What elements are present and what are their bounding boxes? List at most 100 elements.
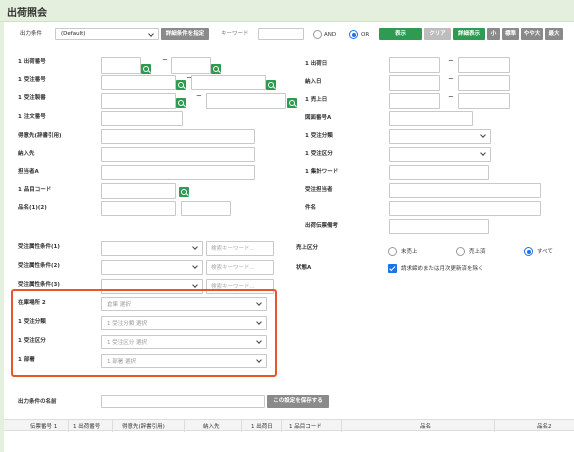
item-code-input[interactable] bbox=[101, 183, 176, 199]
memo-input[interactable] bbox=[389, 219, 489, 234]
location-label: 在庫場所 2 bbox=[18, 300, 46, 306]
customer-input[interactable] bbox=[101, 129, 255, 144]
hl-order-class-select[interactable]: 1 受注分類 選択 bbox=[101, 316, 267, 330]
item-name-label: 品名(1)(2) bbox=[18, 205, 47, 211]
agg-word-label: 1 集計ワード bbox=[305, 169, 339, 175]
detail-view-button[interactable]: 詳細表示 bbox=[453, 28, 485, 40]
drawing-label: 図面番号A bbox=[305, 115, 332, 121]
size-max-button[interactable]: 最大 bbox=[545, 28, 563, 40]
left-edge-bar bbox=[0, 22, 4, 452]
or-radio[interactable] bbox=[349, 30, 358, 39]
subject-input[interactable] bbox=[389, 201, 541, 216]
col-divider bbox=[241, 420, 242, 432]
sold-label: 売上済 bbox=[469, 249, 486, 255]
output-condition-select[interactable]: (Default) bbox=[55, 28, 159, 40]
person-input[interactable] bbox=[101, 165, 255, 180]
all-label: すべて bbox=[537, 249, 553, 255]
order-ref-to-input[interactable] bbox=[206, 93, 286, 109]
col-item-name[interactable]: 品名 bbox=[420, 422, 431, 430]
attr-cond-1-select[interactable] bbox=[101, 241, 203, 256]
sale-date-label: 1 売上日 bbox=[305, 97, 328, 103]
search-icon[interactable] bbox=[176, 80, 186, 90]
col-ship-no[interactable]: 1 出荷番号 bbox=[73, 422, 100, 430]
exclude-closed-checkbox[interactable] bbox=[388, 264, 397, 273]
attr-cond-2-keyword-input[interactable]: 検索キーワード... bbox=[206, 260, 274, 275]
ship-no-label: 1 出荷番号 bbox=[18, 59, 46, 65]
range-tilde: ~ bbox=[448, 57, 454, 65]
search-icon[interactable] bbox=[287, 98, 297, 108]
col-customer[interactable]: 得意先(辞書引用) bbox=[122, 422, 165, 430]
ship-no-from-input[interactable] bbox=[101, 57, 141, 74]
unsold-label: 未売上 bbox=[401, 249, 418, 255]
location-select[interactable]: 倉庫 選択 bbox=[101, 297, 267, 311]
order-ref-from-input[interactable] bbox=[101, 93, 176, 109]
keyword-label: キーワード bbox=[221, 31, 249, 37]
range-tilde: ~ bbox=[448, 75, 454, 83]
search-icon[interactable] bbox=[266, 80, 276, 90]
agg-word-input[interactable] bbox=[389, 165, 489, 180]
keyword-input[interactable] bbox=[258, 28, 304, 40]
save-name-input[interactable] bbox=[101, 395, 265, 408]
delivery-date-from-input[interactable] bbox=[389, 75, 440, 91]
save-settings-button[interactable]: この設定を保存する bbox=[267, 395, 329, 408]
delivery-date-to-input[interactable] bbox=[458, 75, 510, 91]
item-name-1-input[interactable] bbox=[101, 201, 176, 216]
or-label: OR bbox=[361, 32, 370, 38]
col-delivery[interactable]: 納入先 bbox=[203, 422, 220, 430]
hl-order-type-select[interactable]: 1 受注区分 選択 bbox=[101, 335, 267, 349]
col-divider bbox=[341, 420, 342, 432]
col-item-name-2[interactable]: 品名2 bbox=[537, 422, 552, 430]
col-divider bbox=[281, 420, 282, 432]
status-label: 状態A bbox=[296, 265, 312, 271]
order-type-select[interactable] bbox=[389, 147, 491, 162]
range-tilde: ~ bbox=[448, 93, 454, 101]
subject-label: 件名 bbox=[305, 205, 317, 211]
dept-select[interactable]: 1 部署 選択 bbox=[101, 354, 267, 368]
all-radio[interactable] bbox=[524, 247, 533, 256]
ship-no-to-input[interactable] bbox=[171, 57, 211, 74]
and-radio[interactable] bbox=[313, 30, 322, 39]
and-label: AND bbox=[324, 32, 337, 38]
person-label: 担当者A bbox=[18, 169, 39, 175]
ship-date-from-input[interactable] bbox=[389, 57, 440, 73]
size-standard-button[interactable]: 標準 bbox=[502, 28, 519, 40]
order-no-to-input[interactable] bbox=[191, 75, 266, 90]
detail-condition-button[interactable]: 詳細条件を指定 bbox=[161, 28, 209, 40]
col-ship-date[interactable]: 1 出荷日 bbox=[251, 422, 273, 430]
col-item-code[interactable]: 1 品目コード bbox=[289, 422, 322, 430]
item-name-2-input[interactable] bbox=[181, 201, 231, 216]
display-button[interactable]: 表示 bbox=[379, 28, 422, 40]
search-icon[interactable] bbox=[141, 64, 151, 74]
col-slip-no[interactable]: 伝票番号 1 bbox=[30, 422, 57, 430]
delivery-input[interactable] bbox=[101, 147, 255, 162]
attr-cond-2-select[interactable] bbox=[101, 260, 203, 275]
order-class-select[interactable] bbox=[389, 129, 491, 144]
search-icon[interactable] bbox=[211, 64, 221, 74]
col-divider bbox=[494, 420, 495, 432]
drawing-input[interactable] bbox=[389, 111, 473, 126]
attr-cond-1-label: 受注属性条件(1) bbox=[18, 244, 60, 250]
delivery-date-label: 納入日 bbox=[305, 79, 322, 85]
search-icon[interactable] bbox=[176, 98, 186, 108]
order-person-input[interactable] bbox=[389, 183, 541, 198]
sold-radio[interactable] bbox=[456, 247, 465, 256]
sale-date-to-input[interactable] bbox=[458, 93, 510, 109]
page-title: 出荷照会 bbox=[7, 8, 47, 19]
note-no-input[interactable] bbox=[101, 111, 183, 126]
sale-date-from-input[interactable] bbox=[389, 93, 440, 109]
ship-date-to-input[interactable] bbox=[458, 57, 510, 73]
range-tilde: ~ bbox=[196, 92, 202, 100]
size-medium-button[interactable]: やや大 bbox=[521, 28, 543, 40]
col-divider bbox=[184, 420, 185, 432]
memo-label: 出荷伝票備考 bbox=[305, 223, 339, 229]
customer-label: 得意先(辞書引用) bbox=[18, 133, 62, 139]
size-small-button[interactable]: 小 bbox=[487, 28, 500, 40]
col-divider bbox=[112, 420, 113, 432]
attr-cond-1-keyword-input[interactable]: 検索キーワード... bbox=[206, 241, 274, 256]
search-icon[interactable] bbox=[179, 187, 189, 197]
clear-button[interactable]: クリア bbox=[424, 28, 451, 40]
unsold-radio[interactable] bbox=[388, 247, 397, 256]
title-bar: 出荷照会 bbox=[0, 0, 574, 22]
delivery-label: 納入先 bbox=[18, 151, 35, 157]
order-no-from-input[interactable] bbox=[101, 75, 176, 90]
